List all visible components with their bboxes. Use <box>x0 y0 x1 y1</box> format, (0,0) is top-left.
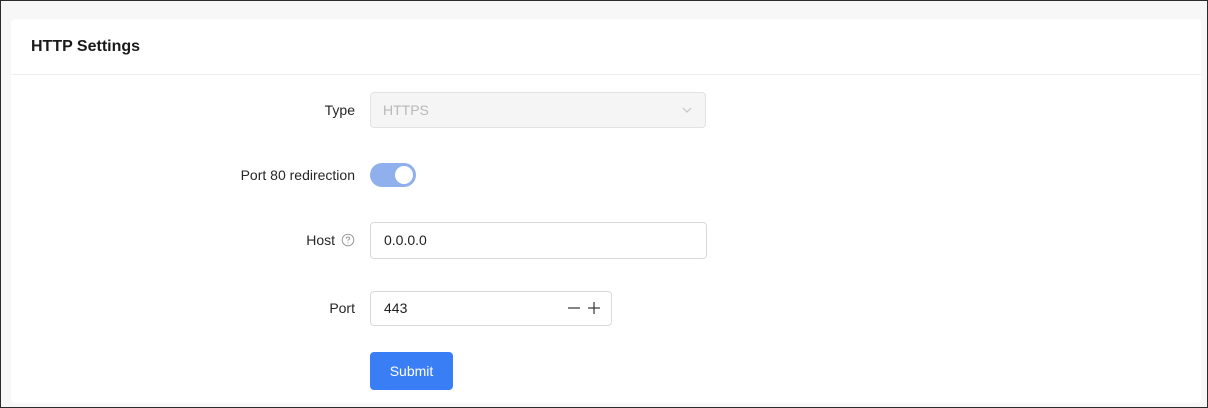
question-circle-icon[interactable] <box>341 233 355 247</box>
type-row: Type HTTPS <box>11 91 1201 129</box>
type-select-value: HTTPS <box>383 102 429 118</box>
submit-control: Submit <box>370 352 453 390</box>
http-settings-card: HTTP Settings Type HTTPS Port 80 redirec… <box>11 19 1201 403</box>
port-label-text: Port <box>329 300 355 316</box>
plus-icon[interactable] <box>587 301 601 315</box>
page-frame: HTTP Settings Type HTTPS Port 80 redirec… <box>0 0 1208 408</box>
submit-row: Submit <box>11 352 1201 390</box>
card-title: HTTP Settings <box>31 37 141 55</box>
host-control: 0.0.0.0 <box>370 221 707 259</box>
port80-redirection-toggle[interactable] <box>370 163 416 187</box>
port-control: 443 <box>370 290 612 326</box>
type-label: Type <box>325 102 355 118</box>
port-stepper <box>567 292 601 325</box>
port-value: 443 <box>384 300 408 316</box>
host-label-text: Host <box>306 232 335 248</box>
toggle-knob <box>395 166 413 184</box>
port-label: Port <box>329 300 355 316</box>
redirection-control <box>370 163 416 187</box>
host-label: Host <box>306 232 355 248</box>
redirection-label: Port 80 redirection <box>241 167 355 183</box>
redirection-label-text: Port 80 redirection <box>240 167 355 183</box>
port-row: Port 443 <box>11 289 1201 327</box>
minus-icon[interactable] <box>567 301 581 315</box>
submit-button[interactable]: Submit <box>370 352 453 390</box>
type-select[interactable]: HTTPS <box>370 92 706 128</box>
port-input[interactable]: 443 <box>370 290 612 326</box>
host-input[interactable]: 0.0.0.0 <box>370 221 707 259</box>
chevron-down-icon <box>682 107 692 113</box>
type-label-text: Type <box>324 102 355 118</box>
type-control: HTTPS <box>370 92 706 128</box>
redirection-row: Port 80 redirection <box>11 156 1201 194</box>
card-header: HTTP Settings <box>11 19 1201 75</box>
host-row: Host 0.0.0.0 <box>11 221 1201 259</box>
